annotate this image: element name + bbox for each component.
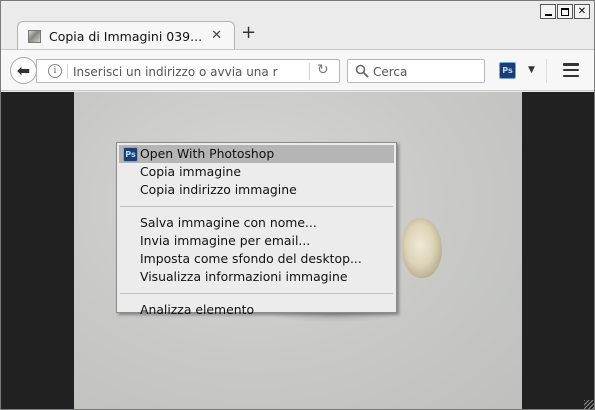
menu-divider bbox=[120, 206, 393, 207]
chevron-down-icon[interactable]: ▼ bbox=[528, 65, 535, 75]
url-bar[interactable]: i ↻ bbox=[36, 59, 340, 83]
info-icon[interactable]: i bbox=[48, 64, 62, 78]
toolbar-divider bbox=[546, 59, 547, 83]
menu-item-copy-image-address[interactable]: Copia indirizzo immagine bbox=[117, 181, 396, 199]
maximize-icon bbox=[561, 7, 569, 16]
menu-item-save-image-as[interactable]: Salva immagine con nome... bbox=[117, 214, 396, 232]
close-window-button[interactable]: ✕ bbox=[574, 4, 590, 19]
close-icon: ✕ bbox=[577, 5, 587, 17]
search-input[interactable] bbox=[373, 63, 478, 80]
menu-item-label: Invia immagine per email... bbox=[140, 233, 311, 248]
image-subject bbox=[402, 218, 442, 278]
image-favicon-icon bbox=[28, 29, 41, 43]
url-input[interactable] bbox=[73, 63, 283, 80]
menu-item-label: Copia immagine bbox=[140, 164, 242, 179]
new-tab-button[interactable]: + bbox=[241, 24, 257, 44]
back-arrow-icon: ⬅ bbox=[16, 61, 31, 80]
context-menu: Ps Open With Photoshop Copia immagine Co… bbox=[116, 142, 397, 317]
menu-item-inspect-element[interactable]: Analizza elemento bbox=[117, 301, 396, 319]
search-bar[interactable] bbox=[347, 59, 485, 83]
reload-divider bbox=[309, 63, 310, 80]
photoshop-icon: Ps bbox=[123, 147, 138, 162]
back-button[interactable]: ⬅ bbox=[10, 57, 37, 84]
navigation-bar: i ↻ ⬅ Ps ▼ bbox=[1, 49, 594, 91]
menu-item-label: Open With Photoshop bbox=[140, 146, 275, 161]
menu-item-email-image[interactable]: Invia immagine per email... bbox=[117, 232, 396, 250]
tab-close-icon[interactable]: ✕ bbox=[211, 28, 222, 43]
minimize-button[interactable] bbox=[540, 4, 556, 19]
reload-icon[interactable]: ↻ bbox=[317, 62, 329, 78]
menu-item-label: Copia indirizzo immagine bbox=[140, 182, 297, 197]
hamburger-menu-icon[interactable] bbox=[563, 63, 579, 77]
tab-active[interactable]: Copia di Immagini 039... ✕ bbox=[17, 21, 235, 50]
menu-item-label: Visualizza informazioni immagine bbox=[140, 269, 348, 284]
menu-item-view-image-info[interactable]: Visualizza informazioni immagine bbox=[117, 268, 396, 286]
menu-item-label: Imposta come sfondo del desktop... bbox=[140, 251, 362, 266]
menu-item-copy-image[interactable]: Copia immagine bbox=[117, 163, 396, 181]
menu-item-label: Salva immagine con nome... bbox=[140, 215, 317, 230]
minimize-icon bbox=[544, 13, 552, 16]
tab-strip: ✕ Copia di Immagini 039... ✕ + bbox=[1, 1, 594, 50]
tab-title: Copia di Immagini 039... bbox=[49, 28, 203, 44]
resize-grip-icon[interactable] bbox=[584, 400, 594, 409]
menu-item-label: Analizza elemento bbox=[140, 302, 255, 317]
window-controls: ✕ bbox=[540, 4, 590, 19]
menu-divider bbox=[120, 293, 393, 294]
browser-window: ✕ Copia di Immagini 039... ✕ + i ↻ ⬅ Ps … bbox=[0, 0, 595, 410]
maximize-button[interactable] bbox=[557, 4, 573, 19]
menu-item-open-with-photoshop[interactable]: Ps Open With Photoshop bbox=[119, 145, 394, 163]
photoshop-toolbar-icon[interactable]: Ps bbox=[499, 62, 516, 79]
url-divider bbox=[67, 64, 68, 79]
menu-item-set-desktop-background[interactable]: Imposta come sfondo del desktop... bbox=[117, 250, 396, 268]
search-icon bbox=[355, 64, 369, 78]
